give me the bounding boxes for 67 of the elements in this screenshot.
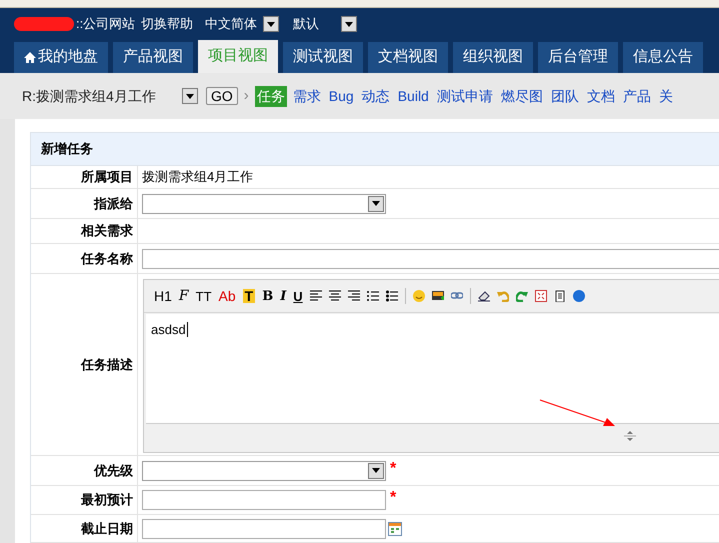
field-label: 优先级: [94, 462, 133, 480]
link-icon[interactable]: [450, 290, 463, 302]
nav-link[interactable]: 团队: [548, 86, 581, 106]
align-center-icon[interactable]: [328, 290, 341, 302]
field-label: 截止日期: [81, 520, 133, 538]
toolbar-button[interactable]: T: [242, 289, 256, 303]
form-title: 新增任务: [31, 133, 719, 166]
text-input[interactable]: [142, 490, 386, 510]
field-label: 任务名称: [81, 250, 133, 268]
field-label: 最初预计: [81, 491, 133, 510]
nav-link[interactable]: Bug: [326, 86, 356, 106]
field-label: 指派给: [94, 194, 133, 213]
field-value: 拨测需求组4月工作: [142, 168, 254, 186]
language-label[interactable]: 中文简体: [205, 14, 258, 34]
toolbar-button[interactable]: TT: [196, 290, 212, 302]
nav-link[interactable]: 需求: [290, 86, 323, 106]
nav-tab[interactable]: 组织视图: [453, 42, 533, 73]
required-asterisk: *: [390, 488, 396, 508]
toolbar-button[interactable]: B: [262, 290, 274, 302]
nav-tab[interactable]: 文档视图: [368, 42, 448, 73]
toolbar-button[interactable]: I: [280, 290, 286, 302]
image-icon[interactable]: [432, 290, 444, 302]
nav-tab[interactable]: 我的地盘: [14, 42, 108, 73]
clipboard-icon[interactable]: [554, 290, 566, 302]
toolbar-button[interactable]: U: [293, 290, 303, 302]
numbered-list-icon[interactable]: [366, 290, 379, 302]
rich-text-editor[interactable]: H1 F TT Ab T B I U asdsd: [143, 279, 719, 453]
home-icon: [24, 52, 36, 63]
nav-tab[interactable]: 信息公告: [623, 42, 703, 73]
select-field[interactable]: [142, 194, 386, 214]
redaction-scribble: [14, 17, 74, 31]
text-input[interactable]: [142, 518, 386, 538]
theme-label[interactable]: 默认: [293, 14, 320, 34]
help-link[interactable]: 切换帮助: [141, 14, 194, 34]
redo-icon[interactable]: [516, 290, 528, 302]
fullscreen-icon[interactable]: [534, 290, 547, 302]
bullet-list-icon[interactable]: [386, 290, 398, 302]
nav-link[interactable]: Build: [396, 86, 431, 106]
nav-link[interactable]: 动态: [360, 86, 392, 106]
go-button[interactable]: GO: [206, 87, 238, 105]
nav-link[interactable]: 燃尽图: [498, 86, 545, 106]
calendar-icon[interactable]: [388, 522, 402, 536]
nav-tab[interactable]: 测试视图: [283, 42, 363, 73]
field-label: 任务描述: [81, 356, 133, 374]
field-label: 相关需求: [81, 222, 133, 240]
nav-tab[interactable]: 后台管理: [538, 42, 618, 73]
project-name: R:拨测需求组4月工作: [22, 86, 157, 106]
eraser-icon[interactable]: [478, 290, 490, 302]
align-left-icon[interactable]: [310, 290, 322, 302]
editor-text[interactable]: asdsd: [151, 322, 188, 337]
field-label: 所属项目: [81, 168, 133, 186]
nav-link[interactable]: 文档: [584, 86, 617, 106]
required-asterisk: *: [390, 458, 396, 478]
smiley-icon[interactable]: [412, 290, 425, 302]
toolbar-button[interactable]: H1: [154, 289, 172, 303]
nav-link[interactable]: 关: [656, 86, 675, 106]
nav-tab[interactable]: 产品视图: [113, 42, 193, 73]
toolbar-button[interactable]: Ab: [218, 289, 236, 303]
nav-link[interactable]: 测试申请: [434, 86, 495, 106]
toolbar-button[interactable]: F: [178, 289, 189, 303]
align-right-icon[interactable]: [348, 290, 360, 302]
nav-link[interactable]: 产品: [620, 86, 653, 106]
text-input[interactable]: [142, 248, 719, 268]
resize-handle-icon[interactable]: [624, 431, 636, 441]
select-field[interactable]: [142, 460, 386, 480]
breadcrumb-separator: ›: [244, 86, 249, 106]
site-link[interactable]: ::公司网站: [76, 14, 136, 34]
